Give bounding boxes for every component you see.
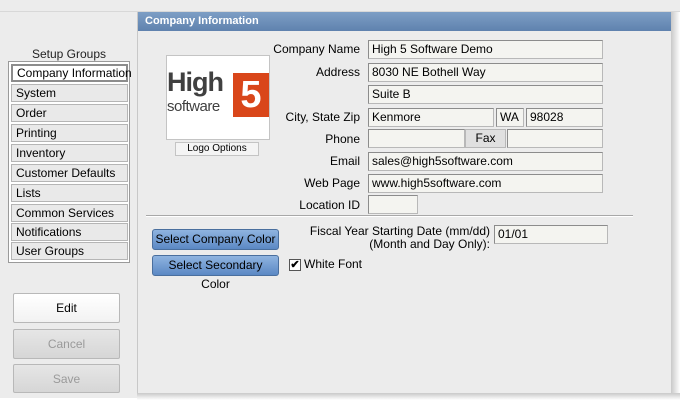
setup-group-lists[interactable]: Lists — [11, 184, 128, 202]
state-field[interactable]: WA — [496, 108, 524, 127]
address-label: Address — [315, 65, 360, 79]
setup-group-company-information[interactable]: Company Information — [11, 64, 132, 82]
select-company-color-button[interactable]: Select Company Color — [152, 229, 279, 250]
city-field[interactable]: Kenmore — [368, 108, 494, 127]
fax-label: Fax — [465, 129, 506, 148]
fiscal-year-field[interactable]: 01/01 — [494, 225, 608, 244]
zip-field[interactable]: 98028 — [526, 108, 603, 127]
setup-group-user-groups[interactable]: User Groups — [11, 242, 128, 260]
email-field[interactable]: sales@high5software.com — [368, 152, 603, 171]
company-name-field[interactable]: High 5 Software Demo — [368, 40, 603, 59]
setup-groups-title: Setup Groups — [31, 47, 107, 61]
section-divider — [146, 215, 633, 217]
fax-field[interactable] — [507, 129, 603, 148]
logo-options-button[interactable]: Logo Options — [175, 142, 259, 156]
phone-field[interactable] — [368, 129, 465, 148]
setup-group-printing[interactable]: Printing — [11, 124, 128, 142]
section-header: Company Information — [138, 12, 671, 31]
white-font-label: White Font — [304, 257, 363, 271]
setup-group-notifications[interactable]: Notifications — [11, 223, 128, 241]
select-secondary-color-button[interactable]: Select Secondary Color — [152, 255, 279, 291]
bottom-edge-shadow — [137, 393, 680, 400]
city-state-zip-label: City, State Zip — [285, 110, 360, 124]
phone-label: Phone — [325, 132, 360, 146]
address-line1-field[interactable]: 8030 NE Bothell Way — [368, 63, 603, 82]
save-button[interactable]: Save — [13, 364, 120, 393]
setup-group-order[interactable]: Order — [11, 104, 128, 122]
edit-button[interactable]: Edit — [13, 293, 120, 323]
setup-group-system[interactable]: System — [11, 84, 128, 102]
company-name-label: Company Name — [273, 42, 360, 56]
setup-groups-list: Company Information System Order Printin… — [8, 61, 132, 263]
logo-word-software: software — [167, 98, 220, 115]
setup-group-inventory[interactable]: Inventory — [11, 144, 128, 162]
logo-word-high: High — [167, 67, 224, 97]
right-edge-shadow — [671, 12, 680, 400]
location-id-field[interactable] — [368, 195, 418, 214]
fiscal-year-label: Fiscal Year Starting Date (mm/dd) — [309, 224, 490, 238]
location-id-label: Location ID — [299, 198, 360, 212]
web-page-field[interactable]: www.high5software.com — [368, 174, 603, 193]
window-top-strip — [0, 0, 680, 12]
address-line2-field[interactable]: Suite B — [368, 85, 603, 104]
setup-group-common-services[interactable]: Common Services — [11, 204, 128, 222]
cancel-button[interactable]: Cancel — [13, 329, 120, 359]
email-label: Email — [329, 154, 360, 168]
setup-group-customer-defaults[interactable]: Customer Defaults — [11, 164, 128, 182]
white-font-checkbox[interactable]: ✔ — [289, 259, 301, 271]
fiscal-year-sublabel: (Month and Day Only): — [369, 237, 490, 251]
web-page-label: Web Page — [304, 176, 360, 190]
